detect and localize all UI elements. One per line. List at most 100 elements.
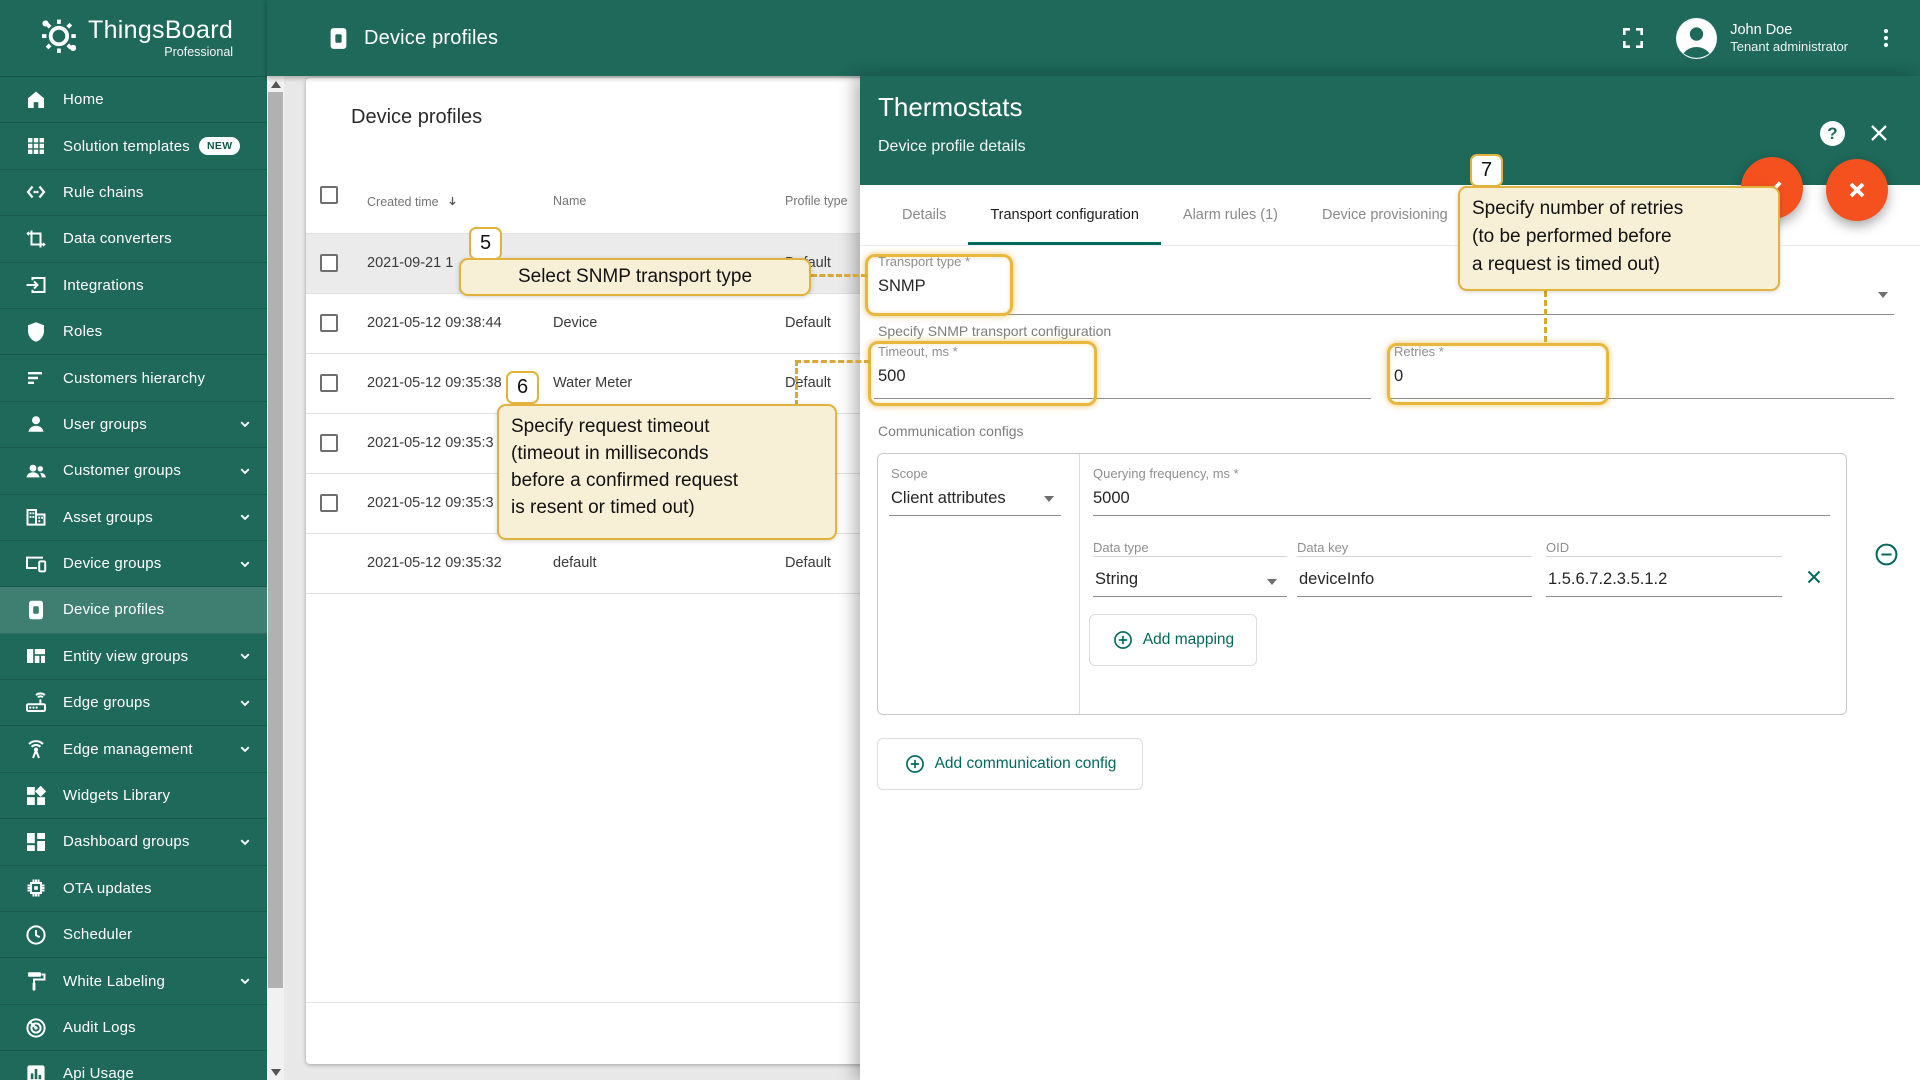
input-icon (24, 273, 48, 297)
add-communication-config-button[interactable]: Add communication config (877, 738, 1143, 790)
sidebar-item-widgets-library[interactable]: Widgets Library (0, 773, 267, 819)
scope-underline (889, 515, 1061, 516)
remove-config-icon[interactable] (1873, 541, 1900, 568)
scroll-up-arrow-icon[interactable] (267, 76, 284, 92)
sidebar-item-scheduler[interactable]: Scheduler (0, 912, 267, 958)
avatar[interactable] (1676, 18, 1717, 59)
chevron-down-icon[interactable] (235, 832, 255, 852)
sidebar-item-home[interactable]: Home (0, 77, 267, 123)
sidebar-item-customers-hierarchy[interactable]: Customers hierarchy (0, 355, 267, 401)
sidebar-item-integrations[interactable]: Integrations (0, 263, 267, 309)
sidebar-item-roles[interactable]: Roles (0, 309, 267, 355)
column-divider (1079, 454, 1080, 714)
cell-profile-type: Default (785, 315, 831, 331)
connector-callout-6-vertical (795, 360, 798, 406)
chevron-down-icon[interactable] (235, 971, 255, 991)
sidebar: ThingsBoard Professional HomeSolution te… (0, 0, 267, 1080)
sidebar-item-label: User groups (63, 416, 147, 433)
sidebar-item-api-usage[interactable]: Api Usage (0, 1051, 267, 1080)
add-mapping-button[interactable]: Add mapping (1089, 614, 1257, 666)
tab-details[interactable]: Details (880, 185, 968, 245)
tab-alarm-rules-1-[interactable]: Alarm rules (1) (1161, 185, 1300, 245)
oid-value[interactable]: 1.5.6.7.2.3.5.1.2 (1548, 570, 1667, 589)
cell-name: Water Meter (553, 375, 632, 391)
querying-frequency-value: 5000 (1093, 489, 1239, 508)
data-type-select-arrow-icon[interactable] (1267, 579, 1277, 585)
sidebar-item-edge-management[interactable]: Edge management (0, 726, 267, 772)
row-checkbox[interactable] (320, 434, 338, 452)
callout-6: Specify request timeout (timeout in mill… (497, 404, 837, 540)
remove-mapping-icon[interactable] (1803, 566, 1825, 588)
row-checkbox[interactable] (320, 254, 338, 272)
chevron-down-icon[interactable] (235, 739, 255, 759)
row-checkbox[interactable] (320, 494, 338, 512)
select-all-checkbox[interactable] (320, 186, 338, 204)
cell-created-time: 2021-05-12 09:38:44 (367, 315, 502, 331)
data-key-value[interactable]: deviceInfo (1299, 570, 1374, 589)
chevron-down-icon[interactable] (235, 693, 255, 713)
sidebar-item-rule-chains[interactable]: Rule chains (0, 170, 267, 216)
help-icon[interactable]: ? (1820, 121, 1845, 146)
scroll-down-arrow-icon[interactable] (267, 1064, 284, 1080)
sidebar-item-white-labeling[interactable]: White Labeling (0, 958, 267, 1004)
sidebar-item-asset-groups[interactable]: Asset groups (0, 495, 267, 541)
scope-select-arrow-icon[interactable] (1044, 496, 1054, 502)
data-type-value[interactable]: String (1095, 570, 1138, 589)
chevron-down-icon[interactable] (235, 461, 255, 481)
callout-7-badge: 7 (1470, 154, 1503, 187)
transport-select-arrow-icon[interactable] (1878, 292, 1888, 298)
close-panel-icon[interactable] (1867, 121, 1891, 145)
sidebar-item-ota-updates[interactable]: OTA updates (0, 866, 267, 912)
cell-created-time: 2021-09-21 1 (367, 255, 453, 271)
chevron-down-icon[interactable] (235, 646, 255, 666)
sidebar-item-device-groups[interactable]: Device groups (0, 541, 267, 587)
chevron-down-icon[interactable] (235, 414, 255, 434)
querying-frequency-field[interactable]: Querying frequency, ms * 5000 (1093, 466, 1239, 508)
sidebar-item-edge-groups[interactable]: Edge groups (0, 680, 267, 726)
hierarchy-icon (24, 366, 48, 390)
discard-changes-fab[interactable] (1826, 159, 1888, 221)
panel-title: Thermostats (878, 92, 1023, 123)
sidebar-scrollbar[interactable] (267, 76, 284, 1080)
table-row[interactable]: 2021-05-12 09:38:44DeviceDefault (306, 294, 886, 354)
sidebar-menu: HomeSolution templatesNEWRule chainsData… (0, 76, 267, 1080)
brand-logo[interactable]: ThingsBoard Professional (0, 0, 267, 76)
sidebar-item-dashboard-groups[interactable]: Dashboard groups (0, 819, 267, 865)
tab-transport-configuration[interactable]: Transport configuration (968, 185, 1161, 245)
row-checkbox[interactable] (320, 314, 338, 332)
scope-label: Scope (891, 466, 1006, 481)
scope-select[interactable]: Scope Client attributes (891, 466, 1006, 508)
sidebar-item-data-converters[interactable]: Data converters (0, 216, 267, 262)
table-footer-divider (306, 1002, 886, 1003)
data-key-underline (1297, 596, 1532, 597)
table-row[interactable]: 2021-05-12 09:35:32defaultDefault (306, 534, 886, 594)
column-created-time[interactable]: Created time (367, 194, 460, 209)
row-checkbox[interactable] (320, 374, 338, 392)
add-circle-icon (904, 753, 926, 775)
new-badge: NEW (199, 137, 240, 155)
widgets-icon (24, 784, 48, 808)
sidebar-item-user-groups[interactable]: User groups (0, 402, 267, 448)
sidebar-item-device-profiles[interactable]: Device profiles (0, 587, 267, 633)
connector-callout-6-horizontal (795, 360, 870, 363)
more-menu-icon[interactable] (1874, 26, 1898, 50)
snmp-hint: Specify SNMP transport configuration (878, 323, 1111, 339)
sidebar-item-customer-groups[interactable]: Customer groups (0, 448, 267, 494)
chevron-down-icon[interactable] (235, 507, 255, 527)
fullscreen-icon[interactable] (1620, 25, 1646, 51)
sidebar-item-audit-logs[interactable]: Audit Logs (0, 1005, 267, 1051)
column-name[interactable]: Name (553, 194, 586, 208)
user-icon (24, 412, 48, 436)
sidebar-item-label: Scheduler (63, 926, 132, 943)
tab-device-provisioning[interactable]: Device provisioning (1300, 185, 1470, 245)
sidebar-item-label: Integrations (63, 277, 144, 294)
page-title: Device profiles (364, 27, 498, 50)
user-info[interactable]: John Doe Tenant administrator (1730, 21, 1848, 55)
sidebar-item-solution-templates[interactable]: Solution templatesNEW (0, 123, 267, 169)
column-profile-type[interactable]: Profile type (785, 194, 848, 208)
cell-profile-type: Default (785, 375, 831, 391)
chevron-down-icon[interactable] (235, 554, 255, 574)
sidebar-item-entity-view-groups[interactable]: Entity view groups (0, 634, 267, 680)
panel-subtitle: Device profile details (878, 138, 1026, 156)
scrollbar-thumb[interactable] (268, 92, 283, 988)
